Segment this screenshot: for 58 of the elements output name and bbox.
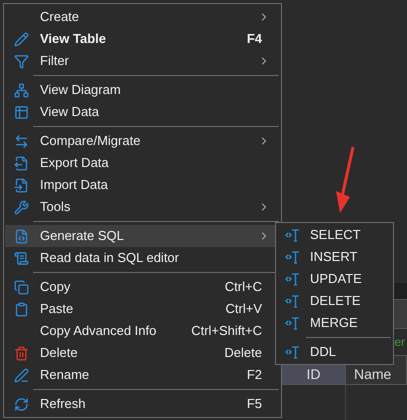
scroll-icon [14, 250, 28, 266]
diagram-icon [14, 82, 28, 98]
menu-item[interactable]: View Table F4 [5, 28, 280, 50]
menu-label: Export Data [40, 154, 109, 172]
shortcut-label: Ctrl+Shift+C [191, 322, 262, 340]
clipboard-icon [14, 302, 28, 316]
filter-hint: er [394, 334, 405, 351]
menu-item[interactable]: Tools [5, 196, 280, 218]
menu-label: Rename [40, 366, 90, 384]
menu-item[interactable]: Export Data [5, 152, 280, 174]
shortcut-label: F5 [246, 395, 262, 414]
menu-item[interactable]: Import Data [5, 174, 280, 196]
filter-icon [14, 54, 28, 68]
menu-label: Generate SQL [40, 227, 124, 246]
menu-item[interactable]: View Data [5, 101, 280, 123]
menu-label: View Diagram [40, 81, 121, 100]
shortcut-label: Delete [224, 344, 262, 362]
menu-label: Compare/Migrate [40, 132, 140, 150]
menu-label: Filter [40, 52, 69, 70]
menu-label: Refresh [40, 395, 86, 414]
menu-label: Delete [40, 344, 78, 362]
menu-label: Create [40, 8, 80, 26]
code-text-icon [284, 345, 300, 359]
code-text-icon [284, 294, 300, 308]
trash-icon [14, 346, 28, 360]
menu-item[interactable]: Rename F2 [5, 364, 280, 386]
menu-item[interactable]: View Diagram [5, 79, 280, 101]
refresh-icon [14, 396, 28, 412]
menu-label: Import Data [40, 176, 108, 194]
rename-icon [14, 368, 28, 382]
menu-label: View Table [40, 30, 106, 48]
import-icon [14, 178, 28, 192]
menu-label: Read data in SQL editor [40, 249, 179, 268]
code-text-icon [284, 250, 300, 264]
shortcut-label: F4 [246, 30, 262, 48]
code-text-icon [284, 228, 300, 242]
menu-label: Paste [40, 300, 74, 318]
shortcut-label: F2 [246, 366, 262, 384]
tools-icon [14, 200, 28, 214]
menu-item[interactable]: Filter [5, 50, 280, 72]
table-icon [14, 104, 28, 120]
compare-icon [14, 134, 28, 148]
menu-item[interactable]: Compare/Migrate [5, 130, 280, 152]
pencil-icon [14, 32, 28, 46]
menu-label: View Data [40, 103, 100, 122]
export-icon [14, 156, 28, 170]
code-text-icon [284, 272, 300, 286]
copy-icon [14, 280, 28, 294]
menu-label: Copy [40, 278, 70, 296]
shortcut-label: Ctrl+V [226, 300, 262, 318]
menu-item[interactable]: Create [5, 6, 280, 28]
code-text-icon [284, 316, 300, 330]
menu-label: Tools [40, 198, 70, 216]
menu-label: Copy Advanced Info [40, 322, 156, 340]
sql-file-icon [14, 228, 28, 244]
shortcut-label: Ctrl+C [224, 278, 262, 296]
pointer-arrow [334, 145, 356, 215]
menu-item[interactable]: Refresh F5 [5, 393, 280, 415]
